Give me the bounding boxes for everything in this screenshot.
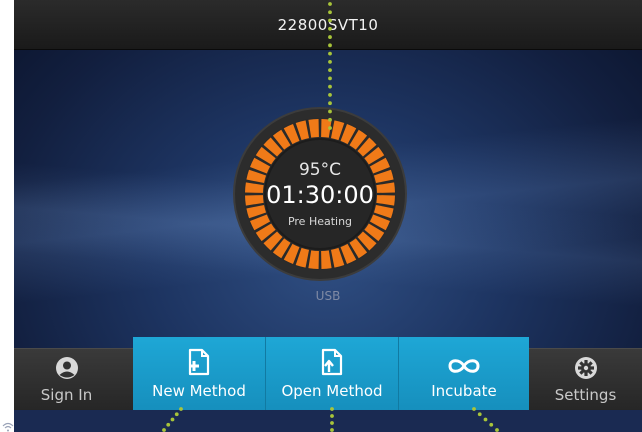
settings-label: Settings [554, 386, 617, 404]
incubate-button[interactable]: Incubate [399, 337, 529, 410]
heating-dial: 95°C 01:30:00 Pre Heating [232, 106, 408, 282]
open-method-label: Open Method [281, 382, 383, 400]
user-icon [55, 357, 78, 379]
open-method-button[interactable]: Open Method [266, 337, 398, 410]
open-file-icon [321, 348, 343, 376]
usb-label: USB [315, 289, 341, 303]
heating-status: Pre Heating [287, 215, 353, 228]
gear-icon [574, 357, 597, 379]
incubate-label: Incubate [431, 382, 497, 400]
settings-button[interactable]: Settings [529, 349, 642, 411]
wifi-icon [2, 422, 14, 432]
screen-bottom-strip [14, 410, 642, 432]
new-file-icon [188, 348, 210, 376]
temperature-readout: 95°C [298, 160, 341, 180]
timer-readout: 01:30:00 [266, 181, 374, 209]
page: 22800SVT10 95°C 01:30:00 Pre Heating USB [0, 0, 642, 432]
new-method-button[interactable]: New Method [133, 337, 265, 410]
instrument-title: 22800SVT10 [277, 15, 379, 34]
device-screen: 22800SVT10 95°C 01:30:00 Pre Heating USB [14, 0, 642, 432]
sign-in-button[interactable]: Sign In [14, 349, 119, 411]
infinity-icon [448, 359, 480, 373]
dial-readout: 95°C 01:30:00 Pre Heating [232, 106, 408, 282]
title-bar: 22800SVT10 [14, 0, 642, 50]
sign-in-label: Sign In [40, 386, 93, 404]
new-method-label: New Method [152, 382, 246, 400]
primary-actions: New Method Open Method Incubate [133, 337, 529, 410]
